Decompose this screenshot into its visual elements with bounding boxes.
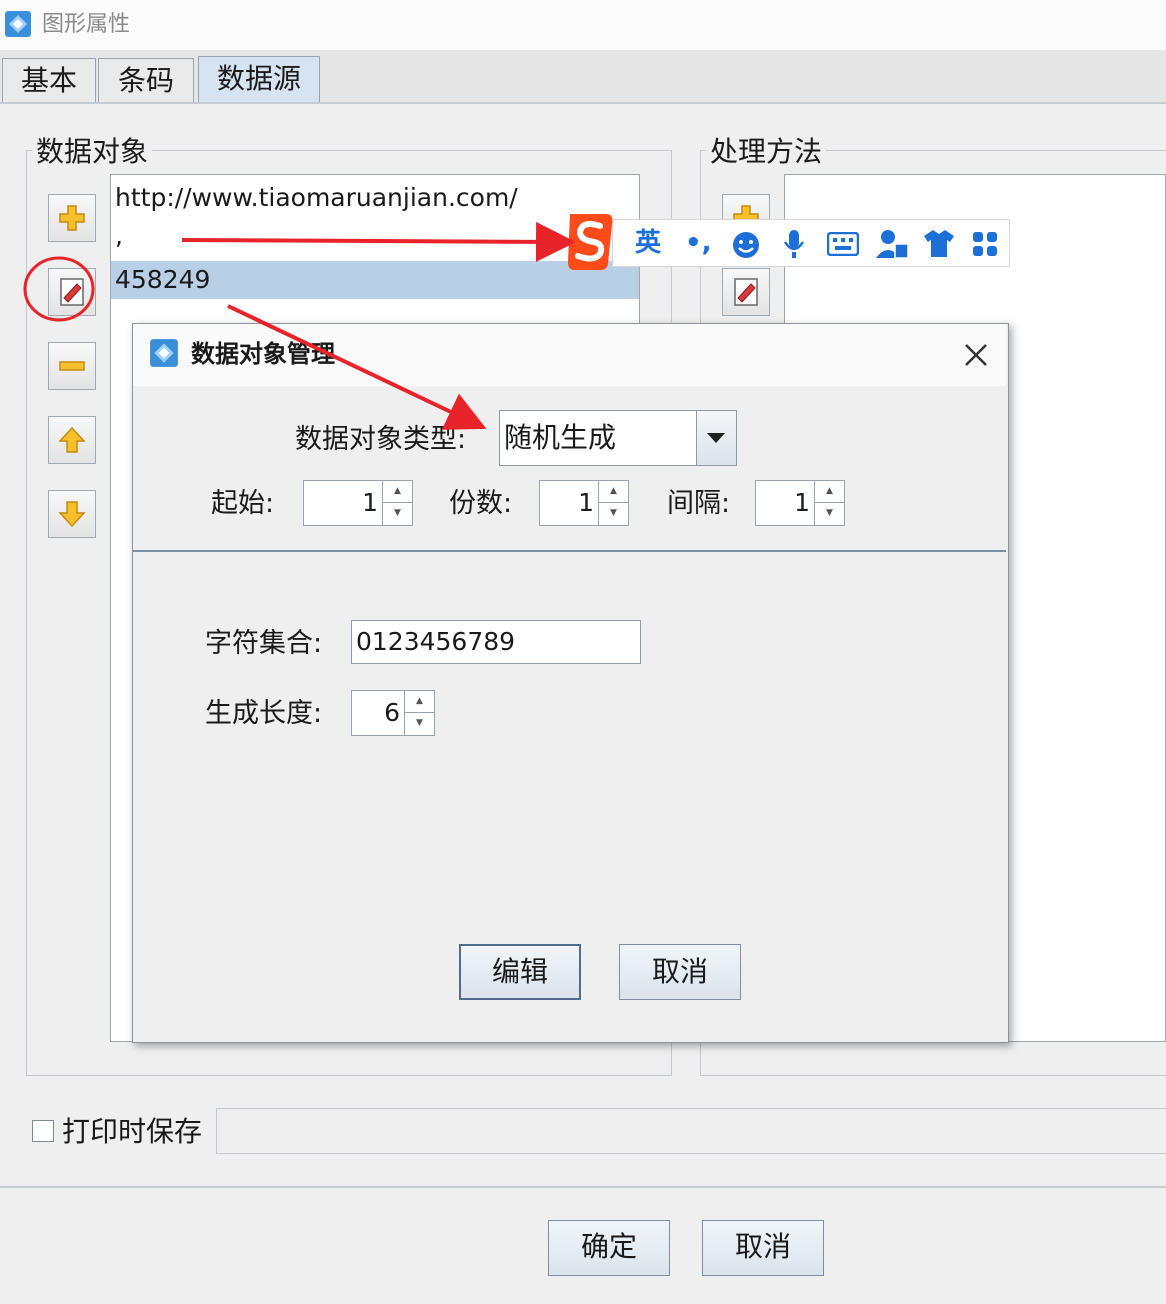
annotation-arrows [181,221,576,430]
annotation-arrow-ime [181,221,576,262]
annotation-arrow-type [227,304,487,430]
